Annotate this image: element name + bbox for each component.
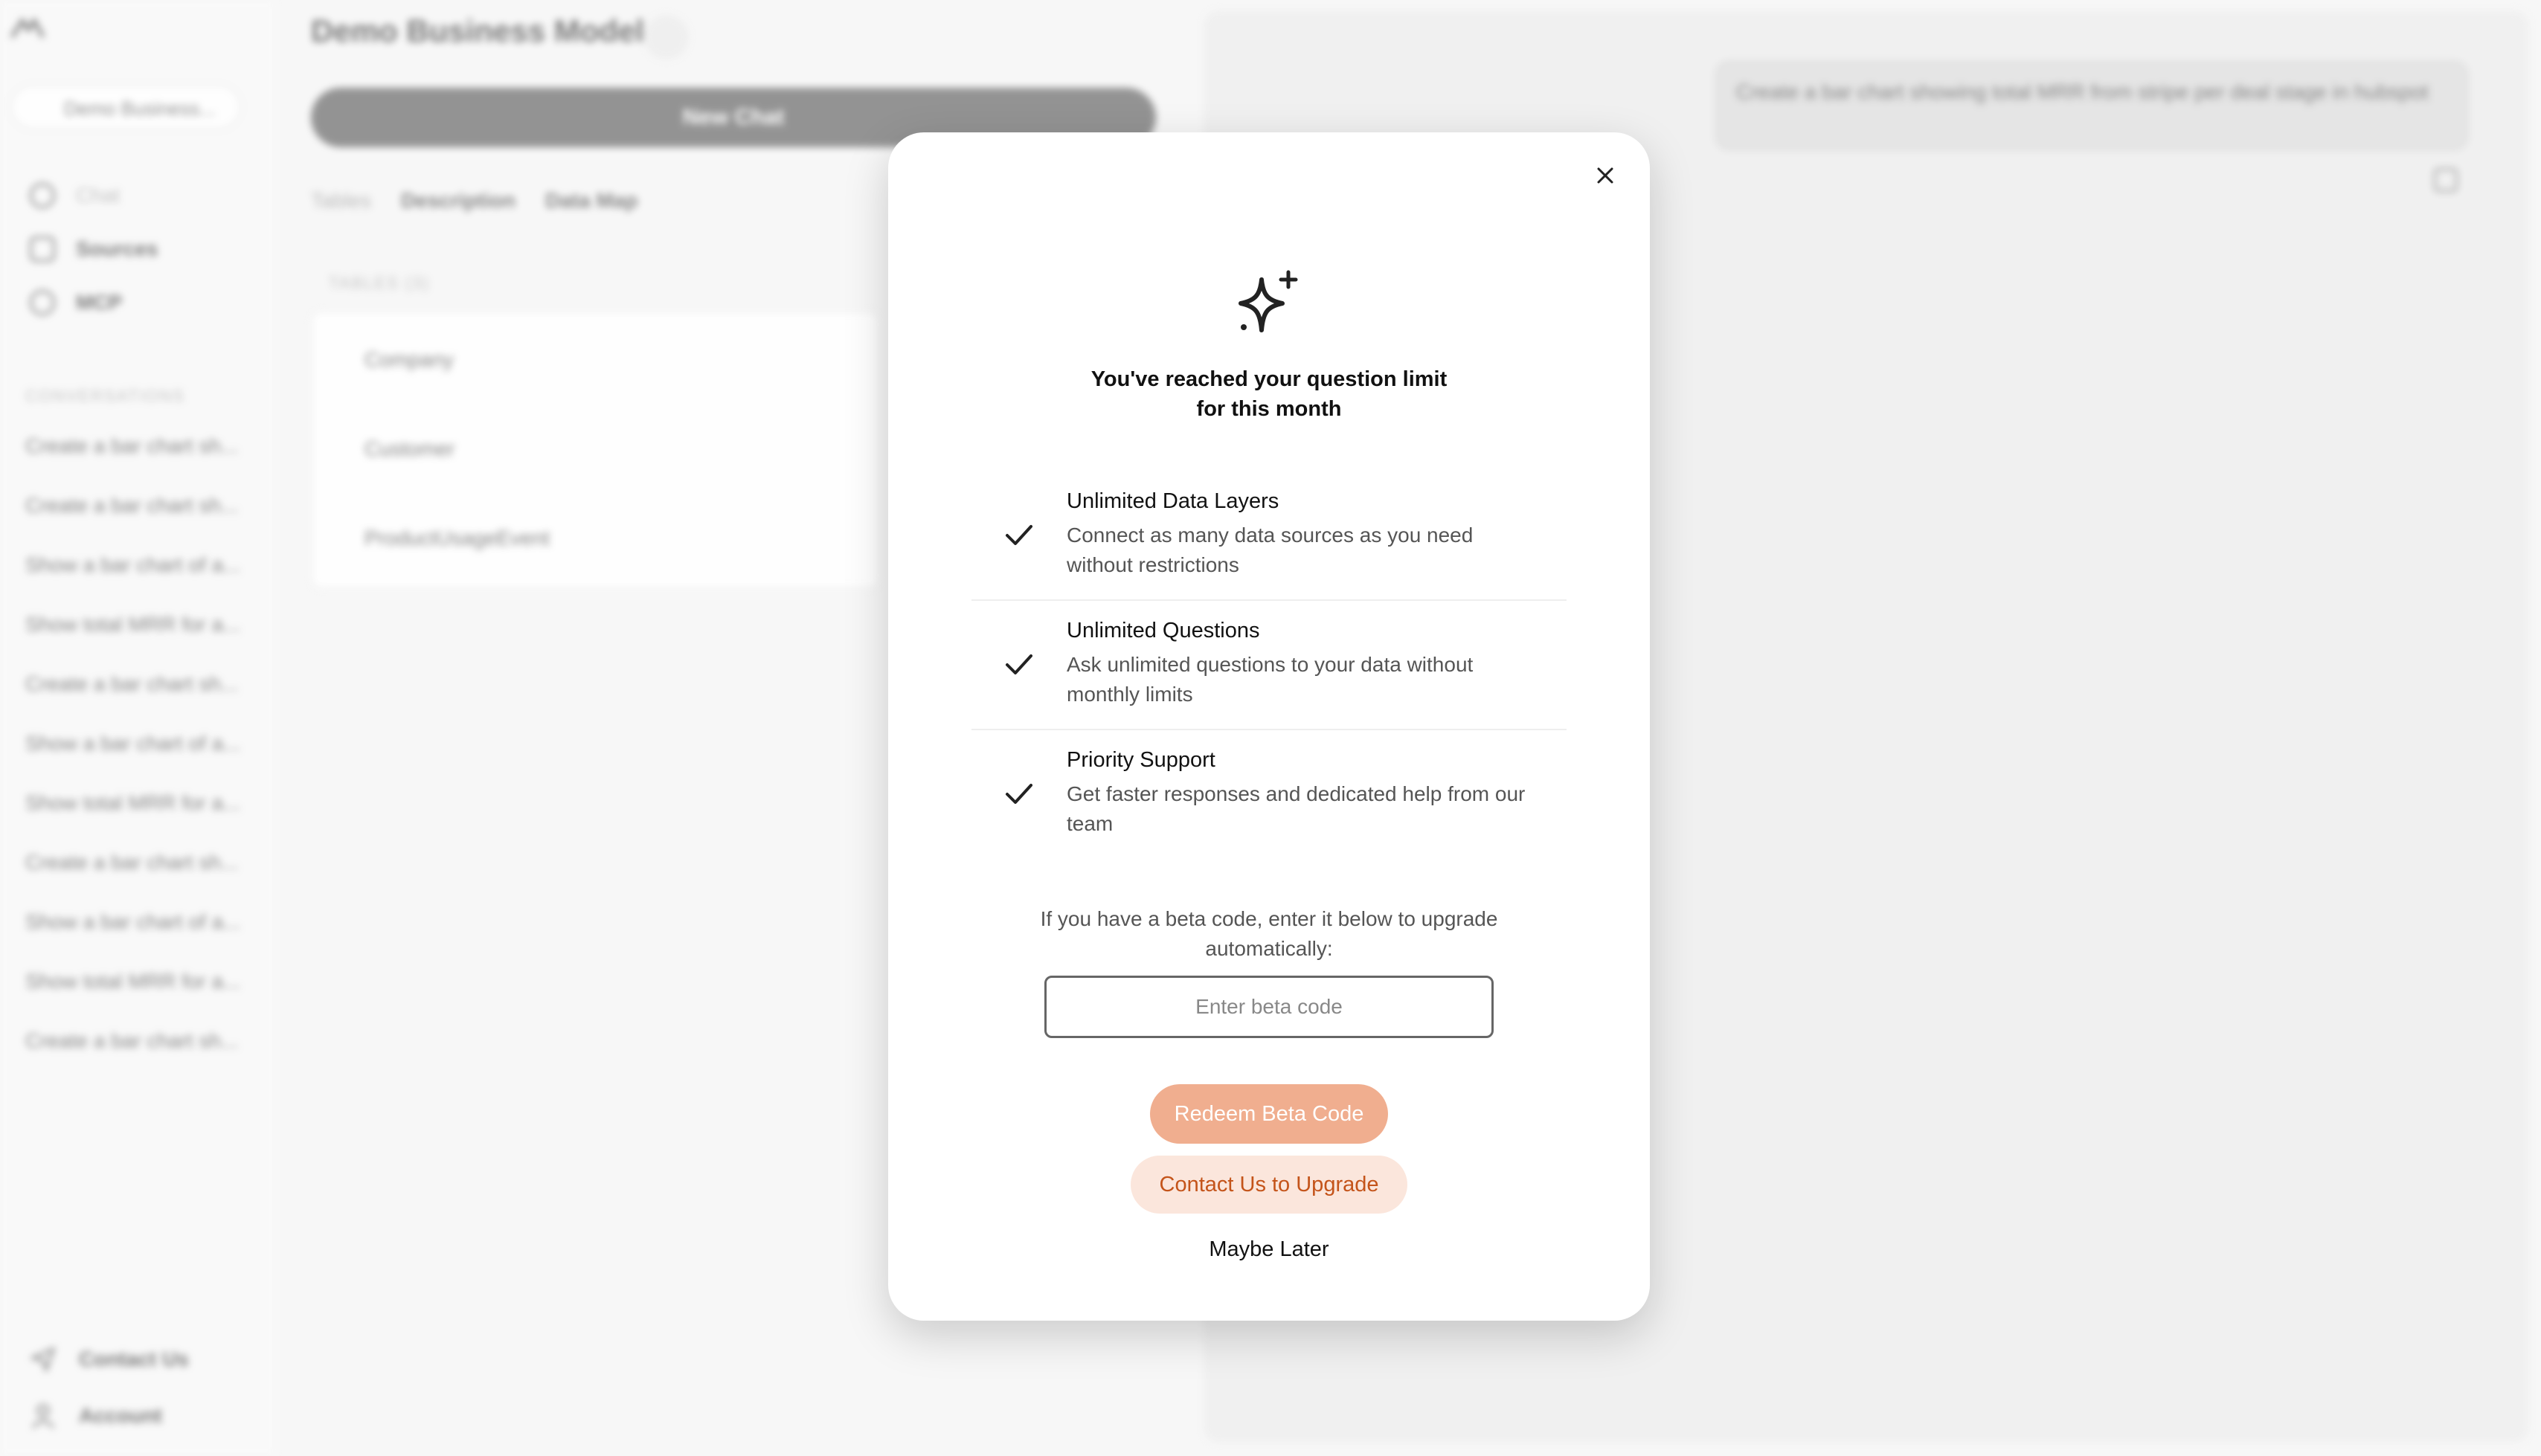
beta-code-input[interactable] [1044, 976, 1494, 1038]
beta-code-note: If you have a beta code, enter it below … [1040, 907, 1498, 960]
contact-upgrade-button[interactable]: Contact Us to Upgrade [1131, 1156, 1407, 1214]
modal-title: You've reached your question limit for t… [888, 364, 1650, 424]
close-icon[interactable] [1590, 161, 1620, 190]
divider [971, 729, 1567, 730]
feature-desc: Connect as many data sources as you need… [1067, 524, 1474, 576]
feature-title: Unlimited Data Layers [1067, 489, 1279, 513]
sparkle-icon [1239, 270, 1298, 332]
feature-desc: Get faster responses and dedicated help … [1067, 782, 1526, 835]
modal-title-line2: for this month [1196, 397, 1342, 421]
check-icon [1006, 654, 1032, 674]
feature-desc: Ask unlimited questions to your data wit… [1067, 653, 1474, 706]
redeem-beta-code-button[interactable]: Redeem Beta Code [1150, 1084, 1388, 1144]
feature-title: Unlimited Questions [1067, 619, 1260, 642]
feature-title: Priority Support [1067, 748, 1215, 772]
maybe-later-button[interactable]: Maybe Later [888, 1237, 1650, 1262]
check-icon [1006, 525, 1032, 545]
modal-title-line1: You've reached your question limit [1090, 367, 1448, 391]
divider [971, 599, 1567, 601]
check-icon [1006, 784, 1032, 804]
